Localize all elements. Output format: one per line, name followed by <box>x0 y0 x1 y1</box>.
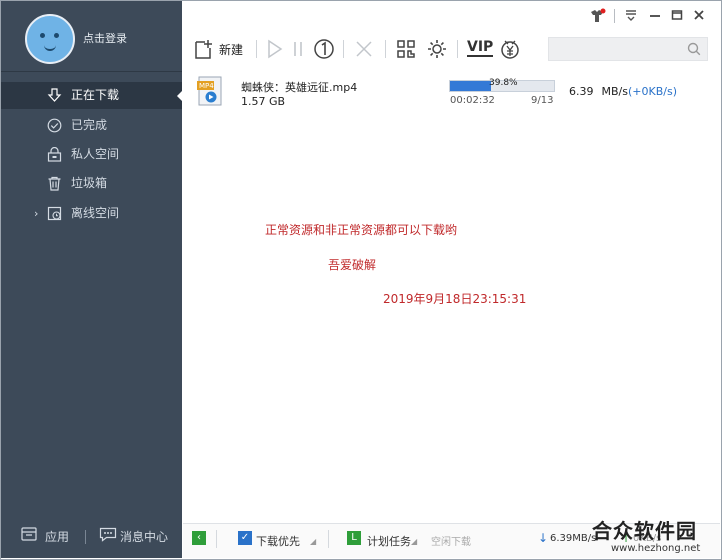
progress-fill <box>450 81 492 91</box>
sidebar-item-private-space[interactable]: 私人空间 <box>1 141 182 168</box>
dropdown-caret-icon[interactable]: ◢ <box>310 537 316 546</box>
piece-count: 9/13 <box>531 95 554 106</box>
download-speed: 6.39 MB/s(+0KB/s) <box>569 85 677 98</box>
avatar-eye-icon <box>54 33 59 38</box>
annotation-timestamp: 2019年9月18日23:15:31 <box>383 292 527 306</box>
sidebar-item-label: 离线空间 <box>71 206 120 220</box>
yuan-coin-icon[interactable] <box>499 38 521 60</box>
sidebar-item-label: 已完成 <box>71 118 108 132</box>
apps-icon <box>21 527 37 541</box>
trash-icon <box>48 176 61 191</box>
status-download-speed: 6.39MB/s <box>550 533 597 544</box>
watermark-logo: 合众软件园 <box>592 519 697 543</box>
sidebar-divider <box>1 71 182 72</box>
expand-chevron-icon[interactable]: › <box>34 200 38 227</box>
message-center-button[interactable]: 消息中心 <box>120 528 168 545</box>
check-circle-icon <box>47 118 62 133</box>
main-menu-icon[interactable] <box>624 8 638 22</box>
dropdown-caret-icon[interactable]: ◢ <box>411 537 417 546</box>
annotation-text: 正常资源和非正常资源都可以下载哟 <box>265 223 458 237</box>
download-task-row[interactable]: MP4 蜘蛛侠：英雄远征.mp4 1.57 GB 39.8% 00:02:32 … <box>183 72 720 112</box>
toolbar: 新建 VIP <box>183 30 720 68</box>
file-type-badge: MP4 <box>199 82 214 90</box>
file-name: 蜘蛛侠：英雄远征.mp4 <box>241 81 358 94</box>
calendar-task-icon: L <box>347 531 361 545</box>
watermark-url: www.hezhong.net <box>611 543 701 554</box>
download-priority-icon: ✓ <box>238 531 252 545</box>
search-input[interactable] <box>553 40 677 58</box>
sidebar-item-label: 私人空间 <box>71 147 120 161</box>
new-task-button[interactable]: 新建 <box>193 38 249 60</box>
toolbar-divider <box>343 40 344 58</box>
sidebar-item-trash[interactable]: 垃圾箱 <box>1 170 182 197</box>
sidebar-item-completed[interactable]: 已完成 <box>1 112 182 139</box>
message-bubble-icon <box>99 527 117 542</box>
pause-icon[interactable] <box>291 38 305 60</box>
delete-x-icon[interactable] <box>353 38 375 60</box>
avatar-eye-icon <box>40 33 45 38</box>
sidebar-item-label: 正在下载 <box>71 88 120 102</box>
toolbar-divider <box>256 40 257 58</box>
login-link[interactable]: 点击登录 <box>83 30 127 46</box>
title-divider <box>614 9 615 23</box>
skin-shirt-icon[interactable] <box>588 8 606 24</box>
sidebar-item-offline-space[interactable]: › 离线空间 <box>1 200 182 227</box>
sidebar-item-label: 垃圾箱 <box>71 176 108 190</box>
idle-download-button[interactable]: 空闲下载 <box>431 533 471 548</box>
title-bar-controls <box>580 6 720 28</box>
progress-percent: 39.8% <box>489 78 518 88</box>
status-divider <box>216 530 217 548</box>
footer-divider <box>85 530 86 544</box>
toolbar-divider <box>457 40 458 58</box>
maximize-icon[interactable] <box>670 8 684 22</box>
plan-task-button[interactable]: 计划任务 <box>367 533 411 549</box>
speed-value: 6.39 <box>569 85 594 98</box>
collapse-sidebar-icon[interactable]: ‹ <box>192 531 206 545</box>
status-divider <box>328 530 329 548</box>
file-size: 1.57 GB <box>241 95 286 108</box>
sidebar: 点击登录 正在下载 已完成 私人空间 垃圾箱 › 离线空间 应用 消息中心 <box>1 1 183 558</box>
sidebar-footer: 应用 消息中心 <box>1 516 182 558</box>
qr-code-icon[interactable] <box>395 38 417 60</box>
new-task-label: 新建 <box>219 43 244 57</box>
start-play-icon[interactable] <box>265 38 285 60</box>
mp4-file-icon: MP4 <box>197 76 222 106</box>
apps-button[interactable]: 应用 <box>45 528 69 545</box>
sidebar-item-downloading[interactable]: 正在下载 <box>1 82 183 109</box>
priority-one-icon[interactable] <box>313 38 335 60</box>
close-icon[interactable] <box>692 8 706 22</box>
avatar-mouth-icon <box>44 43 56 51</box>
lock-icon <box>47 147 62 162</box>
annotation-text: 吾爱破解 <box>328 258 377 272</box>
download-arrow-icon: ↓ <box>538 531 549 545</box>
speed-unit: MB/s <box>601 85 628 98</box>
download-priority-button[interactable]: 下载优先 <box>256 533 300 549</box>
new-file-icon <box>195 40 212 59</box>
cloud-clock-icon <box>47 206 62 221</box>
toolbar-divider <box>385 40 386 58</box>
avatar[interactable] <box>25 14 75 64</box>
upload-speed: (+0KB/s) <box>627 85 677 98</box>
minimize-icon[interactable] <box>648 8 662 22</box>
search-box[interactable] <box>548 37 708 61</box>
elapsed-time: 00:02:32 <box>450 95 495 106</box>
vip-button[interactable]: VIP <box>467 39 494 57</box>
download-arrow-icon <box>47 88 62 102</box>
search-icon[interactable] <box>687 42 701 56</box>
settings-gear-icon[interactable] <box>426 38 448 60</box>
